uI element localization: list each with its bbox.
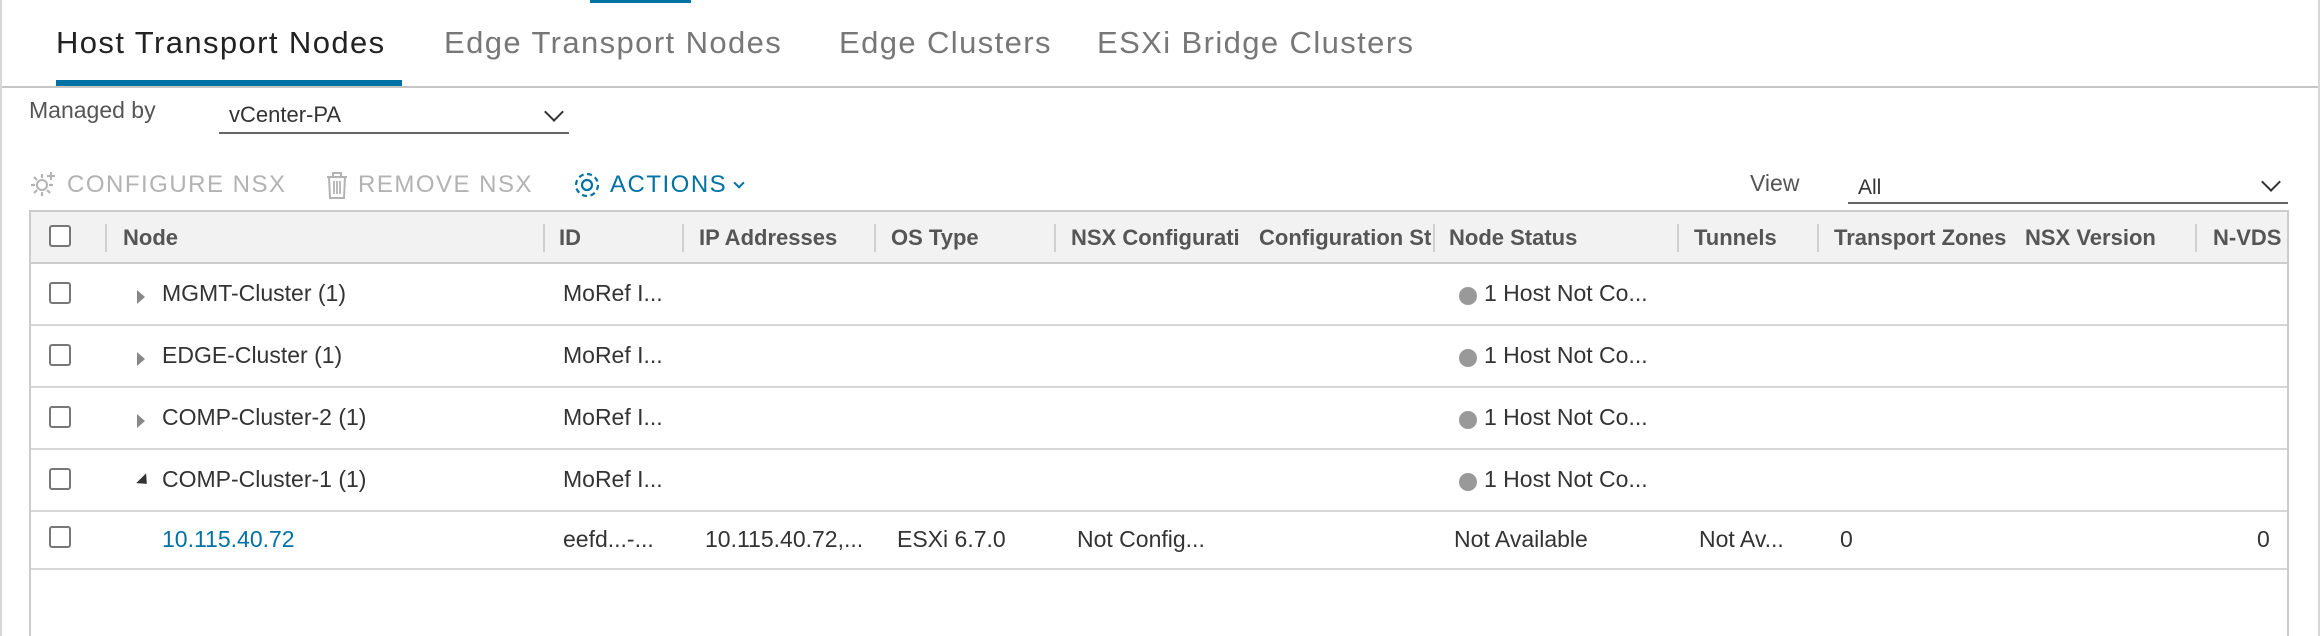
cell-node-status: 1 Host Not Co... bbox=[1484, 466, 1648, 492]
managed-by-select[interactable]: vCenter-PA bbox=[219, 100, 569, 134]
tab-edge-transport-nodes[interactable]: Edge Transport Nodes bbox=[444, 25, 782, 61]
table-row[interactable]: EDGE-Cluster (1) MoRef I... 1 Host Not C… bbox=[31, 326, 2287, 388]
configure-nsx-button[interactable]: CONFIGURE NSX bbox=[29, 168, 287, 202]
left-border bbox=[0, 0, 2, 636]
row-checkbox[interactable] bbox=[49, 526, 71, 548]
gear-plus-icon bbox=[31, 172, 55, 196]
table-row-host[interactable]: 10.115.40.72 eefd...-... 10.115.40.72,..… bbox=[31, 512, 2287, 570]
actions-label: ACTIONS bbox=[610, 171, 728, 198]
column-header-nsx-version[interactable]: NSX Version bbox=[2025, 225, 2195, 251]
status-dot-icon bbox=[1459, 411, 1477, 429]
column-header-tunnels[interactable]: Tunnels bbox=[1694, 225, 1814, 251]
grid-header: Node ID IP Addresses OS Type NSX Configu… bbox=[31, 212, 2287, 264]
column-separator bbox=[1433, 224, 1435, 252]
column-header-node[interactable]: Node bbox=[123, 225, 563, 251]
column-header-id[interactable]: ID bbox=[559, 225, 679, 251]
gear-icon bbox=[574, 172, 600, 198]
expand-caret-icon[interactable] bbox=[137, 290, 145, 304]
cell-node: COMP-Cluster-2 (1) bbox=[162, 404, 367, 430]
column-separator bbox=[2195, 224, 2197, 252]
configure-nsx-label: CONFIGURE NSX bbox=[67, 171, 287, 198]
column-separator bbox=[105, 224, 107, 252]
remove-nsx-label: REMOVE NSX bbox=[358, 171, 534, 198]
view-select[interactable]: All bbox=[1848, 168, 2288, 204]
actions-menu-button[interactable]: ACTIONS bbox=[572, 168, 745, 202]
tab-host-transport-nodes[interactable]: Host Transport Nodes bbox=[56, 25, 386, 61]
cell-node-status: 1 Host Not Co... bbox=[1484, 404, 1648, 430]
right-border bbox=[2318, 0, 2320, 636]
column-separator bbox=[682, 224, 684, 252]
column-header-configuration-state[interactable]: Configuration St bbox=[1259, 225, 1433, 251]
collapse-caret-icon[interactable] bbox=[136, 473, 152, 489]
cell-node-status: Not Available bbox=[1454, 526, 1588, 552]
tab-bar: Host Transport Nodes Edge Transport Node… bbox=[2, 0, 2318, 88]
view-label: View bbox=[1750, 170, 1800, 196]
status-dot-icon bbox=[1459, 287, 1477, 305]
cell-id: MoRef I... bbox=[563, 466, 663, 492]
table-row[interactable]: COMP-Cluster-1 (1) MoRef I... 1 Host Not… bbox=[31, 450, 2287, 512]
view-value: All bbox=[1858, 176, 1882, 199]
cell-id: eefd...-... bbox=[563, 526, 654, 552]
cell-ip-addresses: 10.115.40.72,... bbox=[705, 526, 864, 552]
column-header-nsx-configuration[interactable]: NSX Configurati bbox=[1071, 225, 1249, 251]
expand-caret-icon[interactable] bbox=[137, 414, 145, 428]
active-tab-indicator bbox=[56, 80, 402, 86]
cell-nsx-configuration: Not Config... bbox=[1077, 526, 1205, 552]
select-all-checkbox[interactable] bbox=[49, 225, 71, 247]
column-header-transport-zones[interactable]: Transport Zones bbox=[1834, 225, 2012, 251]
cell-node: MGMT-Cluster (1) bbox=[162, 280, 346, 306]
column-header-n-vds[interactable]: N-VDS bbox=[2213, 225, 2287, 251]
chevron-down-icon bbox=[544, 102, 564, 122]
status-dot-icon bbox=[1459, 473, 1477, 491]
column-separator bbox=[1817, 224, 1819, 252]
trash-icon bbox=[327, 172, 347, 199]
cell-os-type: ESXi 6.7.0 bbox=[897, 526, 1006, 552]
column-separator bbox=[874, 224, 876, 252]
remove-nsx-button[interactable]: REMOVE NSX bbox=[324, 168, 533, 202]
transport-nodes-grid: Node ID IP Addresses OS Type NSX Configu… bbox=[29, 210, 2289, 636]
row-checkbox[interactable] bbox=[49, 406, 71, 428]
cell-id: MoRef I... bbox=[563, 342, 663, 368]
cell-node: EDGE-Cluster (1) bbox=[162, 342, 343, 368]
column-header-ip-addresses[interactable]: IP Addresses bbox=[699, 225, 869, 251]
cell-node-status: 1 Host Not Co... bbox=[1484, 280, 1648, 306]
column-separator bbox=[1054, 224, 1056, 252]
chevron-down-icon bbox=[733, 177, 745, 189]
expand-caret-icon[interactable] bbox=[137, 352, 145, 366]
chevron-down-icon bbox=[2261, 172, 2281, 192]
row-checkbox[interactable] bbox=[49, 468, 71, 490]
column-separator bbox=[1677, 224, 1679, 252]
managed-by-value: vCenter-PA bbox=[229, 102, 342, 127]
managed-by-label: Managed by bbox=[29, 97, 156, 123]
tab-esxi-bridge-clusters[interactable]: ESXi Bridge Clusters bbox=[1097, 25, 1414, 61]
column-header-os-type[interactable]: OS Type bbox=[891, 225, 1051, 251]
row-checkbox[interactable] bbox=[49, 344, 71, 366]
table-row[interactable]: COMP-Cluster-2 (1) MoRef I... 1 Host Not… bbox=[31, 388, 2287, 450]
column-separator bbox=[543, 224, 545, 252]
cell-node-status: 1 Host Not Co... bbox=[1484, 342, 1648, 368]
host-node-link[interactable]: 10.115.40.72 bbox=[162, 526, 295, 553]
cell-n-vds: 0 bbox=[2257, 526, 2270, 552]
tab-edge-clusters[interactable]: Edge Clusters bbox=[839, 25, 1052, 61]
status-dot-icon bbox=[1459, 349, 1477, 367]
column-header-node-status[interactable]: Node Status bbox=[1449, 225, 1659, 251]
cell-transport-zones: 0 bbox=[1840, 526, 1853, 552]
cell-node: COMP-Cluster-1 (1) bbox=[162, 466, 367, 492]
row-checkbox[interactable] bbox=[49, 282, 71, 304]
table-row[interactable]: MGMT-Cluster (1) MoRef I... 1 Host Not C… bbox=[31, 264, 2287, 326]
cell-id: MoRef I... bbox=[563, 404, 663, 430]
cell-id: MoRef I... bbox=[563, 280, 663, 306]
cell-tunnels: Not Av... bbox=[1699, 526, 1784, 552]
